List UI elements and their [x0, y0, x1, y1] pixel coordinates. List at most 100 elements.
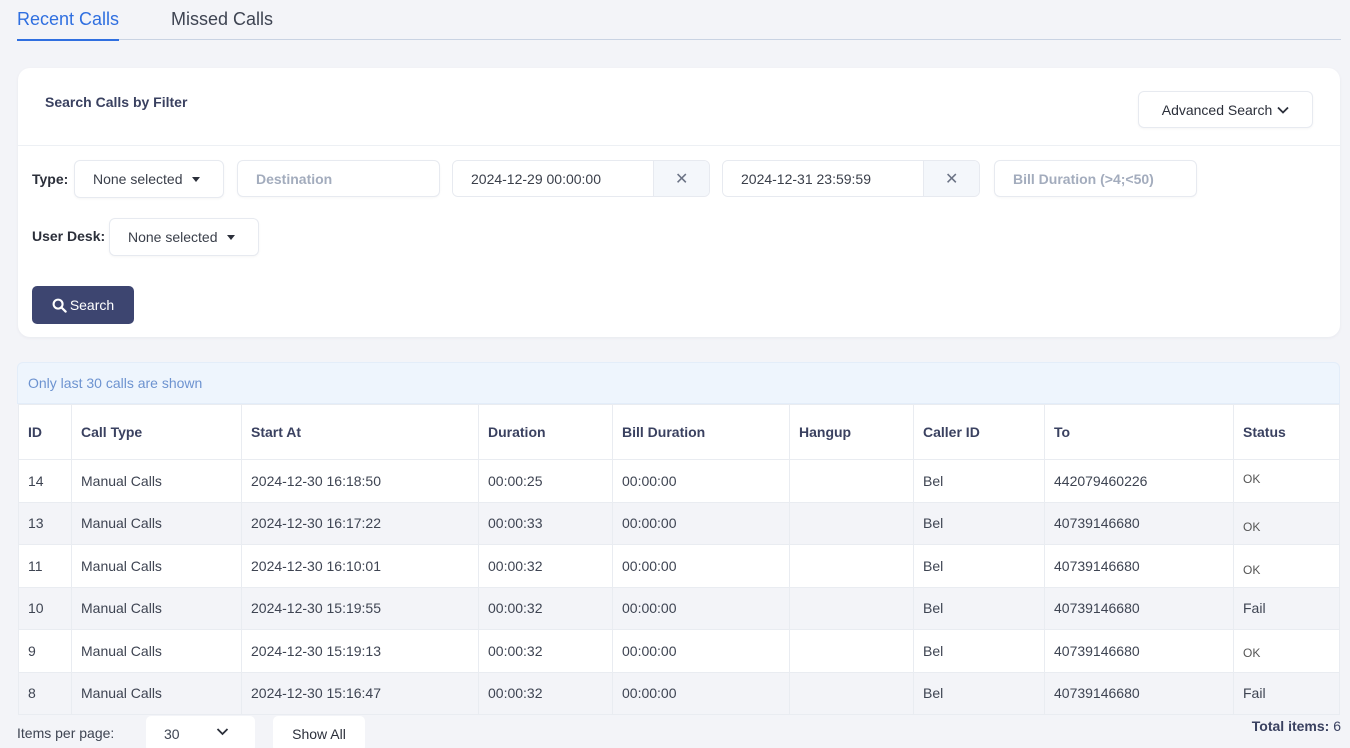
caret-down-icon: [226, 234, 235, 240]
status-badge: Fail: [1243, 685, 1266, 702]
cell-to: 40739146680: [1044, 501, 1234, 545]
cell-start-at: 2024-12-30 15:19:13: [241, 629, 479, 673]
status-badge: OK: [1243, 645, 1261, 660]
search-icon: [52, 298, 67, 313]
type-select[interactable]: None selected: [74, 160, 224, 198]
table-row[interactable]: 13 Manual Calls 2024-12-30 16:17:22 00:00:3…: [18, 501, 1340, 545]
cell-duration: 00:00:25: [478, 459, 613, 503]
cell-bill-duration: 00:00:00: [612, 544, 790, 588]
cell-caller-id: Bel: [913, 544, 1045, 588]
cell-duration: 00:00:32: [478, 671, 613, 715]
cell-status: OK: [1233, 501, 1340, 545]
table-row[interactable]: 10 Manual Calls 2024-12-30 15:19:55 00:00:3…: [18, 586, 1340, 630]
cell-start-at: 2024-12-30 15:16:47: [241, 671, 479, 715]
column-header-hangup[interactable]: Hangup: [789, 404, 914, 460]
cell-bill-duration: 00:00:00: [612, 629, 790, 673]
filter-card-header: Search Calls by Filter Advanced Search: [18, 68, 1340, 146]
cell-id: 11: [18, 544, 72, 588]
search-button[interactable]: Search: [32, 286, 134, 324]
calls-table: ID Call Type Start At Duration Bill Dura…: [18, 404, 1340, 715]
cell-call-type: Manual Calls: [71, 459, 242, 503]
column-header-id[interactable]: ID: [18, 404, 72, 460]
clear-date-from-button[interactable]: ✕: [654, 161, 709, 196]
date-from-input[interactable]: [453, 161, 655, 196]
column-header-bill-duration[interactable]: Bill Duration: [612, 404, 790, 460]
destination-input[interactable]: [237, 160, 440, 197]
filter-card-title: Search Calls by Filter: [45, 94, 188, 110]
cell-status: Fail: [1233, 671, 1340, 715]
cell-duration: 00:00:32: [478, 586, 613, 630]
filter-card: Search Calls by Filter Advanced Search T…: [18, 68, 1340, 337]
table-row[interactable]: 8 Manual Calls 2024-12-30 15:16:47 00:00:32…: [18, 671, 1340, 715]
cell-start-at: 2024-12-30 16:10:01: [241, 544, 479, 588]
cell-call-type: Manual Calls: [71, 544, 242, 588]
calls-limit-notice: Only last 30 calls are shown: [17, 362, 1340, 404]
cell-hangup: [789, 671, 914, 715]
advanced-search-button[interactable]: Advanced Search: [1138, 91, 1313, 128]
table-row[interactable]: 14 Manual Calls 2024-12-30 16:18:50 00:00:2…: [18, 459, 1340, 503]
cell-status: OK: [1233, 629, 1340, 673]
type-select-value: None selected: [93, 171, 183, 187]
cell-duration: 00:00:32: [478, 629, 613, 673]
user-desk-select-value: None selected: [128, 229, 218, 245]
clear-date-to-button[interactable]: ✕: [924, 161, 979, 196]
cell-caller-id: Bel: [913, 671, 1045, 715]
search-button-label: Search: [69, 297, 115, 313]
column-header-status[interactable]: Status: [1233, 404, 1340, 460]
bill-duration-input[interactable]: [994, 160, 1197, 197]
date-to-input[interactable]: [723, 161, 925, 196]
tab-missed-calls[interactable]: Missed Calls: [171, 9, 273, 30]
cell-to: 40739146680: [1044, 544, 1234, 588]
date-from-group: ✕: [452, 160, 710, 197]
items-per-page-label: Items per page:: [17, 725, 115, 741]
status-badge: OK: [1243, 520, 1261, 535]
total-items-value: 6: [1333, 718, 1341, 734]
cell-to: 40739146680: [1044, 586, 1234, 630]
column-header-start-at[interactable]: Start At: [241, 404, 479, 460]
items-per-page-value: 30: [164, 726, 180, 742]
cell-to: 442079460226: [1044, 459, 1234, 503]
close-icon: ✕: [675, 170, 689, 188]
cell-caller-id: Bel: [913, 501, 1045, 545]
table-header-row: ID Call Type Start At Duration Bill Dura…: [18, 404, 1340, 460]
show-all-button[interactable]: Show All: [273, 716, 365, 748]
column-header-to[interactable]: To: [1044, 404, 1234, 460]
cell-duration: 00:00:32: [478, 544, 613, 588]
cell-bill-duration: 00:00:00: [612, 671, 790, 715]
status-badge: OK: [1243, 562, 1261, 577]
cell-status: OK: [1233, 459, 1340, 503]
cell-duration: 00:00:33: [478, 501, 613, 545]
advanced-search-label: Advanced Search: [1161, 101, 1273, 118]
user-desk-label: User Desk:: [32, 228, 106, 244]
status-badge: OK: [1243, 471, 1261, 486]
tab-recent-calls[interactable]: Recent Calls: [17, 9, 120, 41]
date-to-group: ✕: [722, 160, 980, 197]
column-header-caller-id[interactable]: Caller ID: [913, 404, 1045, 460]
cell-call-type: Manual Calls: [71, 501, 242, 545]
chevron-down-icon: [216, 728, 229, 736]
column-header-call-type[interactable]: Call Type: [71, 404, 242, 460]
cell-hangup: [789, 629, 914, 673]
cell-start-at: 2024-12-30 16:18:50: [241, 459, 479, 503]
cell-id: 9: [18, 629, 72, 673]
status-badge: Fail: [1243, 600, 1266, 617]
column-header-duration[interactable]: Duration: [478, 404, 613, 460]
table-row[interactable]: 9 Manual Calls 2024-12-30 15:19:13 00:00:32…: [18, 629, 1340, 673]
cell-hangup: [789, 501, 914, 545]
cell-bill-duration: 00:00:00: [612, 501, 790, 545]
user-desk-select[interactable]: None selected: [109, 218, 259, 256]
cell-to: 40739146680: [1044, 629, 1234, 673]
table-row[interactable]: 11 Manual Calls 2024-12-30 16:10:01 00:00:3…: [18, 544, 1340, 588]
cell-call-type: Manual Calls: [71, 629, 242, 673]
caret-down-icon: [191, 176, 200, 182]
cell-id: 14: [18, 459, 72, 503]
cell-call-type: Manual Calls: [71, 586, 242, 630]
total-items: Total items: 6: [1252, 718, 1341, 734]
cell-id: 13: [18, 501, 72, 545]
items-per-page-select[interactable]: 30: [146, 716, 255, 748]
cell-hangup: [789, 459, 914, 503]
cell-id: 10: [18, 586, 72, 630]
cell-id: 8: [18, 671, 72, 715]
cell-hangup: [789, 544, 914, 588]
cell-bill-duration: 00:00:00: [612, 459, 790, 503]
